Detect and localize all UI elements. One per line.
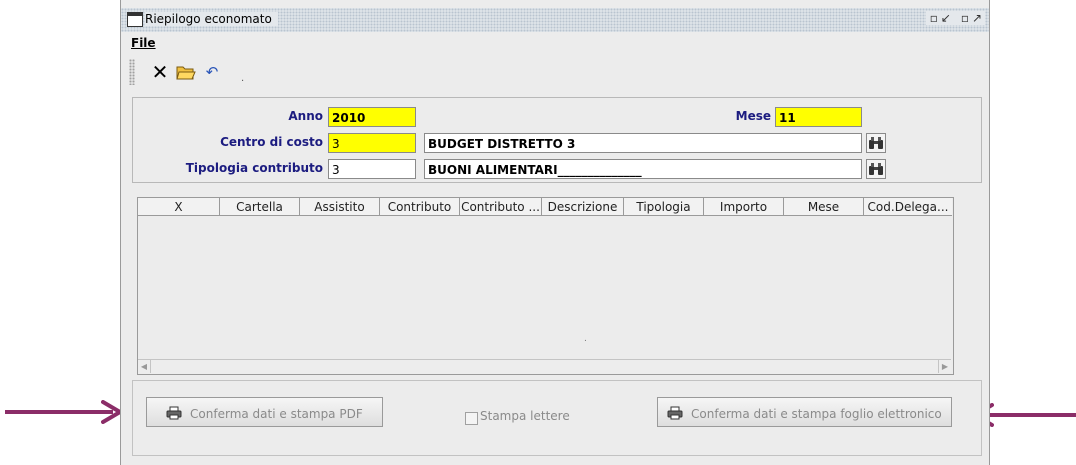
- mese-label: Mese: [735, 109, 771, 123]
- horizontal-scrollbar[interactable]: ◀ ▶: [138, 359, 951, 374]
- toolbar: ✕ ↶ .: [121, 55, 989, 89]
- anno-label: Anno: [288, 109, 323, 123]
- column-header-contributo-2[interactable]: Contributo ...: [460, 198, 542, 216]
- filter-panel: Anno 2010 Mese 11 Centro di costo 3 BUDG…: [132, 97, 982, 183]
- column-header-assistito[interactable]: Assistito: [300, 198, 380, 216]
- print-letters-label: Stampa lettere: [480, 409, 570, 423]
- printer-icon: [667, 404, 688, 422]
- tipologia-contributo-code-field[interactable]: 3: [328, 159, 416, 179]
- confirm-print-pdf-button[interactable]: Conferma dati e stampa PDF: [146, 397, 383, 427]
- column-header-cod-delega[interactable]: Cod.Delega...: [864, 198, 952, 216]
- binoculars-icon[interactable]: [866, 133, 886, 153]
- window-controls[interactable]: ▫↙ ▫↗: [925, 11, 985, 25]
- confirm-print-spreadsheet-button[interactable]: Conferma dati e stampa foglio elettronic…: [657, 397, 952, 427]
- undo-icon[interactable]: ↶: [201, 61, 223, 83]
- centro-di-costo-label: Centro di costo: [220, 135, 323, 149]
- binoculars-icon[interactable]: [866, 159, 886, 179]
- print-letters-checkbox[interactable]: [465, 412, 478, 425]
- confirm-print-pdf-label: Conferma dati e stampa PDF: [190, 407, 363, 421]
- internal-frame-window: Riepilogo economato ▫↙ ▫↗ File ✕ ↶ . Ann…: [120, 0, 990, 465]
- open-folder-icon[interactable]: [175, 61, 197, 83]
- confirm-print-spreadsheet-label: Conferma dati e stampa foglio elettronic…: [691, 407, 942, 421]
- title-bar[interactable]: Riepilogo economato ▫↙ ▫↗: [121, 8, 989, 32]
- left-annotation-arrow: [5, 400, 123, 424]
- results-table[interactable]: X Cartella Assistito Contributo Contribu…: [137, 197, 954, 375]
- column-header-contributo[interactable]: Contributo: [380, 198, 460, 216]
- centro-di-costo-code-field[interactable]: 3: [328, 133, 416, 153]
- toolbar-grip[interactable]: [129, 59, 135, 85]
- column-header-tipologia[interactable]: Tipologia: [624, 198, 704, 216]
- printer-icon: [166, 404, 187, 422]
- restore-icon[interactable]: ▫↙: [930, 11, 954, 25]
- menu-bar: File: [121, 34, 989, 54]
- toolbar-separator-dot: .: [241, 73, 245, 84]
- column-header-descrizione[interactable]: Descrizione: [542, 198, 624, 216]
- tipologia-contributo-label: Tipologia contributo: [185, 161, 323, 175]
- scroll-left-icon[interactable]: ◀: [138, 360, 151, 373]
- menu-file[interactable]: File: [131, 36, 156, 50]
- column-header-mese[interactable]: Mese: [784, 198, 864, 216]
- mese-field[interactable]: 11: [775, 107, 862, 127]
- column-header-x[interactable]: X: [138, 198, 220, 216]
- close-icon[interactable]: ✕: [149, 61, 171, 83]
- window-icon: [127, 12, 143, 27]
- table-body: .: [584, 334, 587, 344]
- centro-di-costo-description: BUDGET DISTRETTO 3: [424, 133, 862, 153]
- column-header-cartella[interactable]: Cartella: [220, 198, 300, 216]
- anno-field[interactable]: 2010: [328, 107, 416, 127]
- window-title: Riepilogo economato: [145, 12, 278, 26]
- maximize-icon[interactable]: ▫↗: [961, 11, 985, 25]
- table-header: X Cartella Assistito Contributo Contribu…: [138, 198, 953, 216]
- column-header-importo[interactable]: Importo: [704, 198, 784, 216]
- scroll-right-icon[interactable]: ▶: [938, 360, 951, 373]
- tipologia-contributo-description: BUONI ALIMENTARI______________: [424, 159, 862, 179]
